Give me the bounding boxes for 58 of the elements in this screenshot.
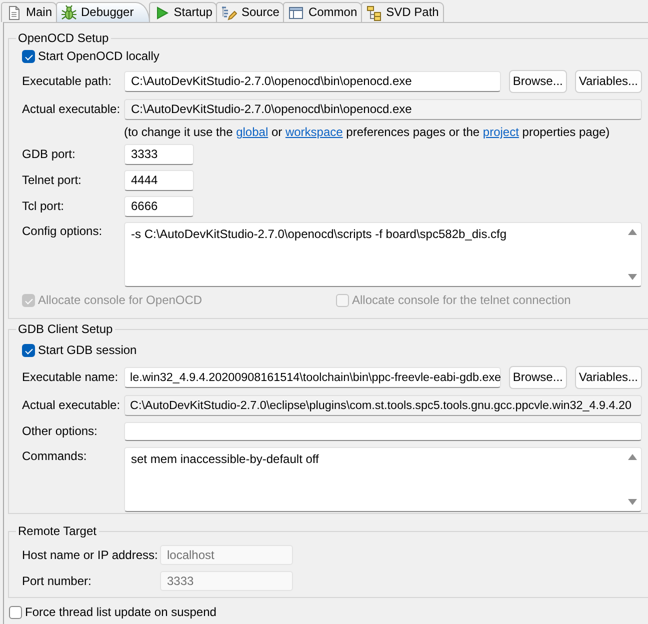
group-title: GDB Client Setup xyxy=(17,322,114,337)
field-label: Port number: xyxy=(22,574,92,588)
checkbox-label: Allocate console for the telnet connection xyxy=(352,293,571,308)
field-label: Tcl port: xyxy=(22,199,64,214)
field-label: Actual executable: xyxy=(22,102,120,117)
hierarchy-icon xyxy=(366,4,382,20)
tab[interactable]: Common xyxy=(283,2,362,22)
tab[interactable]: Main xyxy=(1,2,58,22)
path-field: C:\AutoDevKitStudio-2.7.0\eclipse\plugins\com.st.tools.spc5.tools.gnu.gcc.ppcvle.win32_4.9.4.20 xyxy=(124,395,642,416)
field-label: Config options: xyxy=(22,223,102,239)
group-title: Remote Target xyxy=(17,524,98,539)
field-label: GDB port: xyxy=(22,147,76,162)
field-label: Telnet port: xyxy=(22,173,82,188)
scroll-up-icon xyxy=(628,229,637,235)
scroll-up-icon xyxy=(628,454,637,460)
checkbox[interactable] xyxy=(22,50,35,63)
scroll-down-icon xyxy=(628,499,637,505)
document-icon xyxy=(6,4,22,20)
hint-text: (to change it use the global or workspace preferences pages or the project properties page) xyxy=(124,125,610,140)
table-icon xyxy=(288,4,304,20)
link[interactable]: workspace xyxy=(285,125,343,139)
checkbox-label: Start GDB session xyxy=(38,343,137,358)
commands-field[interactable]: set mem inaccessible-by-default off xyxy=(124,447,642,512)
field-label: Executable name: xyxy=(22,370,118,385)
port-field[interactable]: 3333 xyxy=(124,144,194,165)
tab[interactable]: Source xyxy=(216,2,284,22)
variables-button[interactable]: Variables... xyxy=(574,366,642,389)
checkbox-label: Start OpenOCD locally xyxy=(38,49,160,64)
tab[interactable]: SVD Path xyxy=(361,2,444,22)
field-label: Host name or IP address: xyxy=(22,548,158,562)
port-field[interactable]: 6666 xyxy=(124,196,194,217)
path-field: C:\AutoDevKitStudio-2.7.0\openocd\bin\openocd.exe xyxy=(124,99,642,120)
group-title: OpenOCD Setup xyxy=(17,31,110,46)
host-field: localhost xyxy=(160,545,293,565)
field-label: Actual executable: xyxy=(22,398,120,413)
pencil-list-icon xyxy=(221,4,238,20)
link[interactable]: project xyxy=(482,125,519,139)
browse-button[interactable]: Browse... xyxy=(508,366,567,389)
link[interactable]: global xyxy=(236,125,268,139)
checkbox[interactable] xyxy=(22,344,35,357)
checkbox-label: Force thread list update on suspend xyxy=(25,605,216,620)
checkbox[interactable] xyxy=(9,606,22,619)
tab[interactable]: Debugger xyxy=(56,2,150,22)
browse-button[interactable]: Browse... xyxy=(508,70,567,93)
tab[interactable]: Startup xyxy=(148,2,218,22)
field-label: Other options: xyxy=(22,424,98,439)
field-label: Executable path: xyxy=(22,74,112,89)
port-field[interactable]: 4444 xyxy=(124,170,194,191)
path-field[interactable]: C:\AutoDevKitStudio-2.7.0\openocd\bin\openocd.exe xyxy=(124,71,501,92)
scroll-down-icon xyxy=(628,274,637,280)
field-label: Commands: xyxy=(22,448,87,464)
bug-icon xyxy=(61,4,78,20)
options-field[interactable] xyxy=(124,422,642,441)
port-field: 3333 xyxy=(160,571,293,591)
path-field[interactable]: le.win32_4.9.4.20200908161514\toolchain\bin\ppc-freevle-eabi-gdb.exe xyxy=(124,367,501,388)
checkbox-label: Allocate console for OpenOCD xyxy=(38,293,202,308)
variables-button[interactable]: Variables... xyxy=(574,70,642,93)
config-options-field[interactable]: -s C:\AutoDevKitStudio-2.7.0\openocd\scripts -f board\spc582b_dis.cfg xyxy=(124,222,642,287)
